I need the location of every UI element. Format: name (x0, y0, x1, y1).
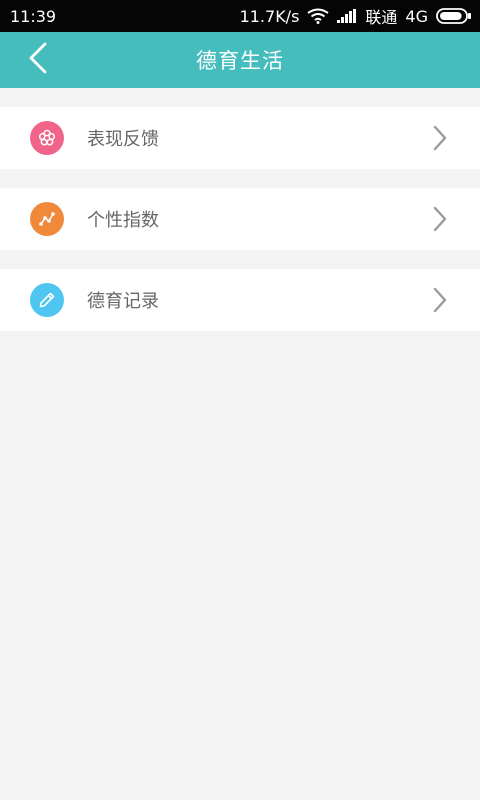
chevron-left-icon (28, 42, 48, 78)
status-indicators: 11.7K/s 联通 4G (240, 4, 472, 28)
menu-item-personality-index[interactable]: 个性指数 (0, 188, 480, 250)
wifi-icon (307, 8, 329, 24)
header-bar: 德育生活 (0, 32, 480, 88)
chevron-right-icon (432, 287, 448, 313)
back-button[interactable] (22, 42, 54, 78)
menu-item-moral-record[interactable]: 德育记录 (0, 269, 480, 331)
page-title: 德育生活 (196, 49, 284, 73)
signal-icon (337, 9, 357, 23)
menu-item-label: 表现反馈 (87, 129, 159, 150)
menu-item-label: 个性指数 (87, 210, 159, 231)
flower-icon (30, 121, 64, 155)
status-time: 11:39 (10, 6, 57, 26)
chevron-right-icon (432, 125, 448, 151)
carrier-label: 联通 (365, 8, 398, 27)
chevron-right-icon (432, 206, 448, 232)
network-speed: 11.7K/s (239, 6, 300, 26)
pencil-icon (30, 283, 64, 317)
network-type: 4G (405, 6, 428, 26)
status-bar: 11:39 11.7K/s 联通 4G (0, 0, 480, 32)
menu-item-label: 德育记录 (87, 291, 159, 312)
battery-icon (436, 8, 472, 24)
trend-line-icon (30, 202, 64, 236)
menu-item-performance-feedback[interactable]: 表现反馈 (0, 107, 480, 169)
